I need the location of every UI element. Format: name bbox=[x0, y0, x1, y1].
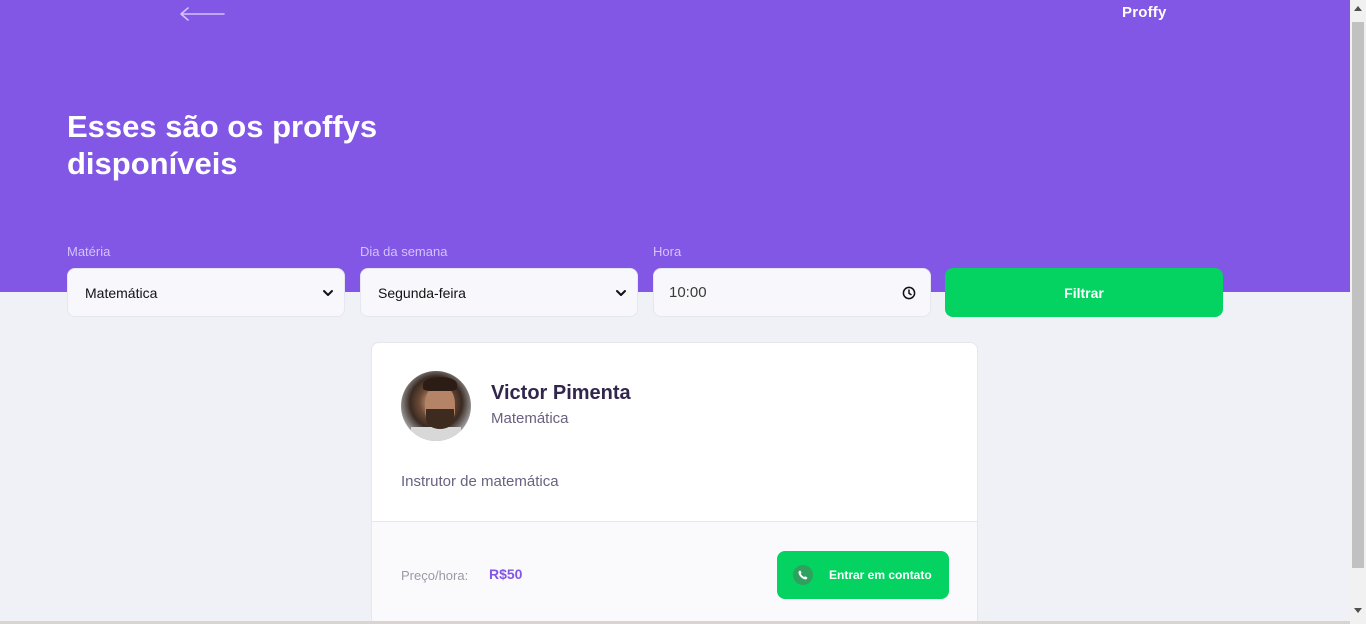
brand-logo: Proffy bbox=[1122, 4, 1167, 21]
scrollbar-thumb[interactable] bbox=[1352, 22, 1364, 568]
teacher-bio: Instrutor de matemática bbox=[401, 473, 559, 490]
subject-select[interactable]: Matemática bbox=[67, 268, 345, 317]
scroll-up-icon[interactable] bbox=[1354, 6, 1362, 11]
chevron-down-icon bbox=[323, 289, 333, 296]
teacher-card-footer: Preço/hora: R$50 Entrar em contato bbox=[372, 521, 977, 624]
chevron-down-icon bbox=[616, 289, 626, 296]
contact-button-label: Entrar em contato bbox=[829, 568, 932, 582]
page-header: Proffy Esses são os proffys disponíveis … bbox=[0, 0, 1350, 292]
time-label: Hora bbox=[653, 244, 682, 259]
price-label: Preço/hora: bbox=[401, 568, 469, 583]
scroll-down-icon[interactable] bbox=[1354, 608, 1362, 613]
avatar bbox=[401, 371, 471, 441]
whatsapp-icon bbox=[793, 565, 813, 585]
vertical-scrollbar[interactable] bbox=[1350, 0, 1366, 624]
time-input[interactable]: 10:00 bbox=[653, 268, 931, 317]
arrow-left-icon bbox=[180, 7, 225, 21]
weekday-select[interactable]: Segunda-feira bbox=[360, 268, 638, 317]
filter-button[interactable]: Filtrar bbox=[945, 268, 1223, 317]
weekday-label: Dia da semana bbox=[360, 244, 448, 259]
subject-select-value: Matemática bbox=[85, 284, 158, 301]
weekday-select-value: Segunda-feira bbox=[378, 284, 466, 301]
page-title: Esses são os proffys disponíveis bbox=[67, 109, 378, 181]
teacher-card: Victor Pimenta Matemática Instrutor de m… bbox=[371, 342, 978, 624]
contact-button[interactable]: Entrar em contato bbox=[777, 551, 949, 599]
price-value: R$50 bbox=[489, 566, 523, 582]
subject-label: Matéria bbox=[67, 244, 111, 259]
teacher-subject: Matemática bbox=[491, 410, 569, 427]
teacher-name: Victor Pimenta bbox=[491, 382, 631, 404]
back-button[interactable] bbox=[178, 5, 226, 23]
clock-icon[interactable] bbox=[902, 286, 916, 300]
time-input-value: 10:00 bbox=[669, 284, 707, 301]
